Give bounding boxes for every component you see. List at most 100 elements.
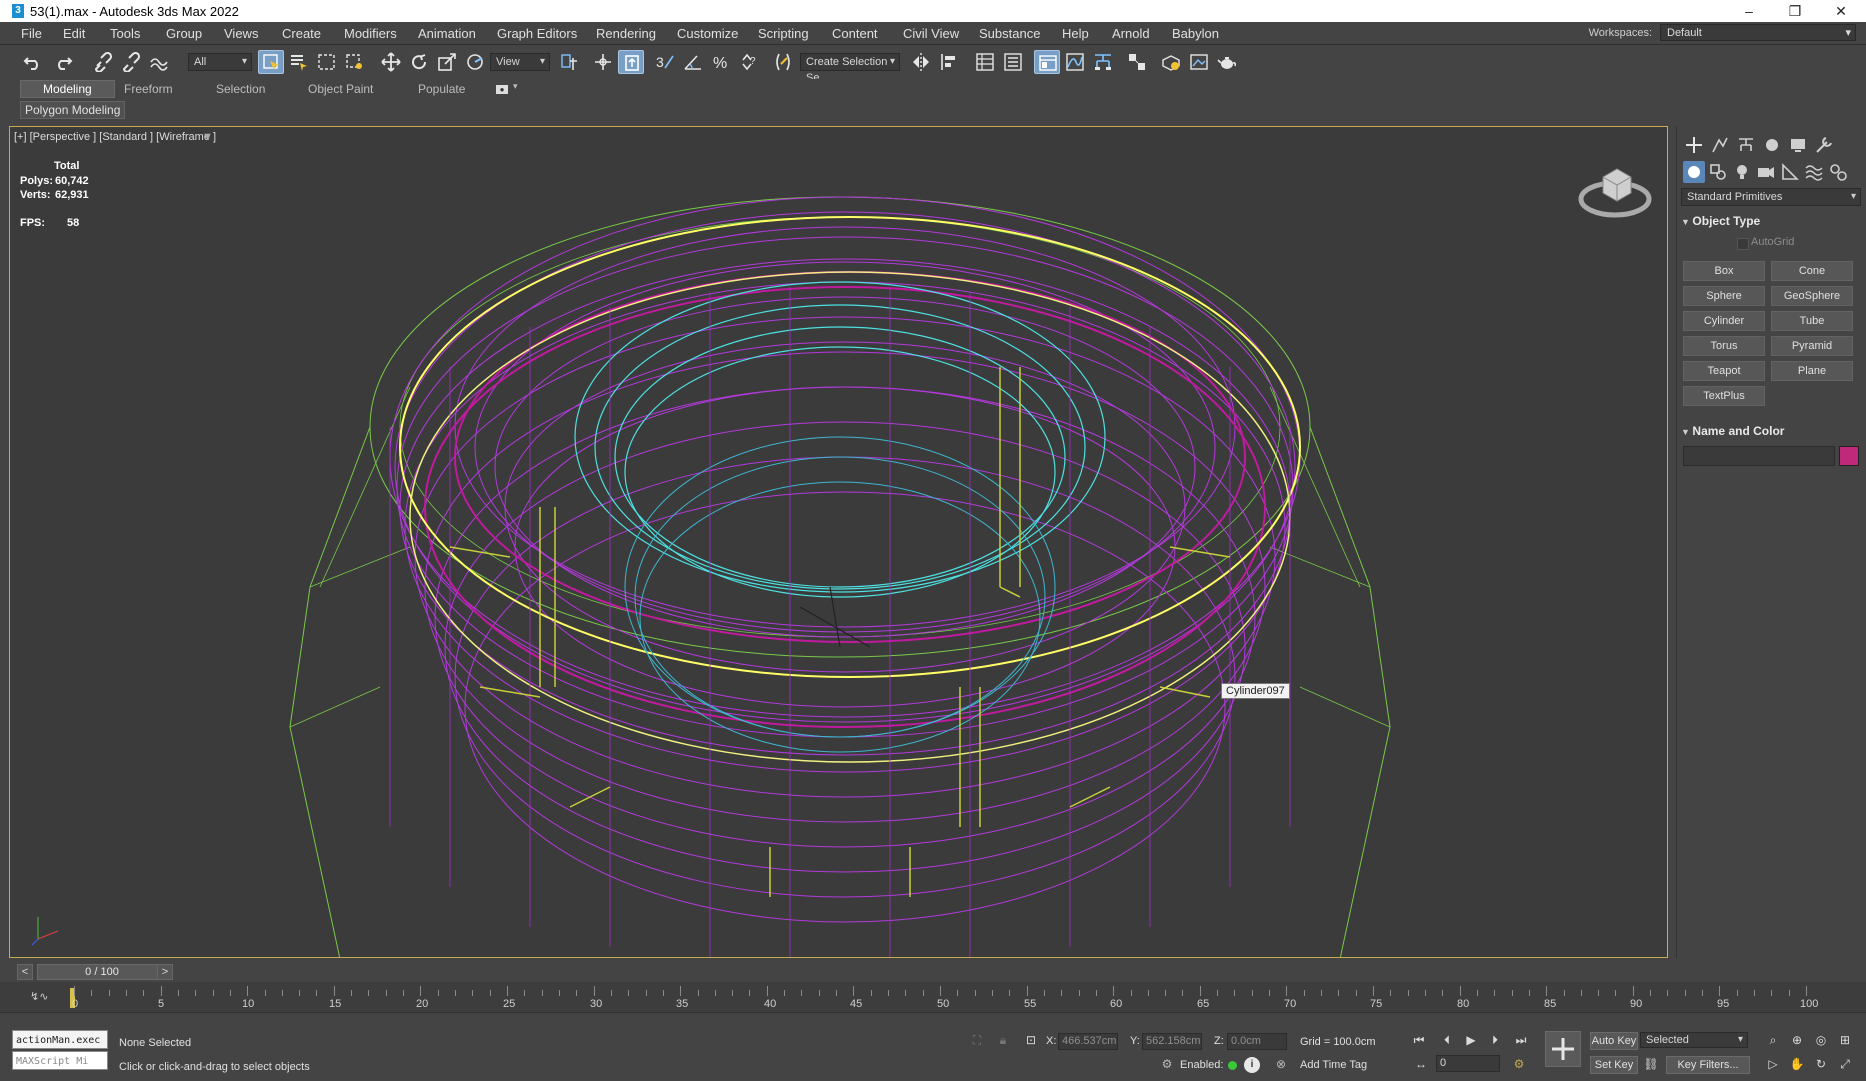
selection-filter-dropdown[interactable]: All	[188, 53, 252, 71]
track-bar[interactable]: ↯∿ 0 5 10 15 20 25 30 35 40 45 50 55 60 …	[0, 982, 1866, 1012]
zoom-extents-icon[interactable]: ◎	[1812, 1031, 1830, 1049]
maximize-button[interactable]: ❐	[1772, 0, 1818, 22]
time-slider-next[interactable]: >	[157, 964, 173, 980]
workspace-select[interactable]: Default ▾	[1660, 24, 1856, 41]
menu-modifiers[interactable]: Modifiers	[344, 26, 397, 41]
menu-help[interactable]: Help	[1062, 26, 1089, 41]
cameras-icon[interactable]	[1755, 161, 1777, 183]
cone-button[interactable]: Cone	[1771, 261, 1853, 281]
menu-group[interactable]: Group	[166, 26, 202, 41]
curve-editor-mini-icon[interactable]: ↯∿	[30, 990, 48, 1003]
previous-frame-icon[interactable]: ⏴	[1438, 1031, 1456, 1049]
box-button[interactable]: Box	[1683, 261, 1765, 281]
x-coordinate-field[interactable]: 466.537cm	[1058, 1033, 1118, 1050]
viewport-label[interactable]: [+] [Perspective ] [Standard ] [Wirefram…	[14, 131, 216, 143]
current-frame-field[interactable]: 0	[1436, 1055, 1500, 1072]
object-color-swatch[interactable]	[1839, 446, 1859, 466]
create-tab-icon[interactable]	[1683, 134, 1705, 156]
tab-object-paint[interactable]: Object Paint	[308, 82, 373, 96]
polygon-modeling-panel[interactable]: Polygon Modeling	[20, 101, 126, 119]
perspective-viewport[interactable]: [+] [Perspective ] [Standard ] [Wirefram…	[9, 126, 1668, 958]
menu-customize[interactable]: Customize	[677, 26, 738, 41]
enabled-indicator-icon[interactable]	[1228, 1061, 1237, 1070]
menu-civil-view[interactable]: Civil View	[903, 26, 959, 41]
absolute-mode-icon[interactable]: ⊡	[1022, 1031, 1040, 1049]
reference-coord-dropdown[interactable]: View	[490, 53, 550, 71]
zoom-icon[interactable]: ⌕	[1764, 1031, 1782, 1049]
unlink-button[interactable]	[118, 50, 144, 74]
add-time-tag[interactable]: Add Time Tag	[1300, 1059, 1367, 1071]
time-slider-prev[interactable]: <	[17, 964, 33, 980]
rotate-button[interactable]	[406, 50, 432, 74]
keyboard-shortcut-override-button[interactable]	[618, 50, 644, 74]
display-tab-icon[interactable]	[1787, 134, 1809, 156]
geosphere-button[interactable]: GeoSphere	[1771, 286, 1853, 306]
minimize-button[interactable]: –	[1726, 0, 1772, 22]
render-setup-button[interactable]	[1158, 50, 1184, 74]
geometry-icon[interactable]	[1683, 161, 1705, 183]
spacewarps-icon[interactable]	[1803, 161, 1825, 183]
time-tag-icon[interactable]: ⊗	[1272, 1055, 1290, 1073]
systems-icon[interactable]	[1827, 161, 1849, 183]
maxscript-mini-listener[interactable]: MAXScript Mi	[12, 1051, 108, 1070]
tube-button[interactable]: Tube	[1771, 311, 1853, 331]
snaps-toggle-button[interactable]: 3	[652, 50, 678, 74]
play-icon[interactable]: ▶	[1462, 1031, 1480, 1049]
schematic-view-button[interactable]	[1090, 50, 1116, 74]
key-mode-toggle-icon[interactable]: ↔	[1412, 1055, 1430, 1073]
time-configuration-icon[interactable]: ⚙	[1510, 1055, 1528, 1073]
layer-explorer-button[interactable]	[1000, 50, 1026, 74]
menu-views[interactable]: Views	[224, 26, 258, 41]
spinner-snap-button[interactable]: ?	[736, 50, 762, 74]
undo-button[interactable]	[20, 50, 46, 74]
adaptive-degradation-icon[interactable]: ⚙	[1158, 1055, 1176, 1073]
modify-tab-icon[interactable]	[1709, 134, 1731, 156]
pan-icon[interactable]: ✋	[1788, 1055, 1806, 1073]
set-key-button[interactable]: Set Key	[1590, 1056, 1638, 1074]
tab-populate[interactable]: Populate	[418, 82, 465, 96]
z-coordinate-field[interactable]: 0.0cm	[1227, 1033, 1287, 1050]
isolate-selection-icon[interactable]: ⛶	[968, 1031, 986, 1049]
tab-selection[interactable]: Selection	[216, 82, 265, 96]
textplus-button[interactable]: TextPlus	[1683, 386, 1765, 406]
next-frame-icon[interactable]: ⏵	[1486, 1031, 1504, 1049]
helpers-icon[interactable]	[1779, 161, 1801, 183]
pyramid-button[interactable]: Pyramid	[1771, 336, 1853, 356]
menu-babylon[interactable]: Babylon	[1172, 26, 1219, 41]
object-name-field[interactable]	[1683, 446, 1835, 466]
menu-tools[interactable]: Tools	[110, 26, 140, 41]
y-coordinate-field[interactable]: 562.158cm	[1142, 1033, 1202, 1050]
window-crossing-button[interactable]	[342, 50, 368, 74]
toggle-ribbon-button[interactable]	[1034, 50, 1060, 74]
shapes-icon[interactable]	[1707, 161, 1729, 183]
wireframe-scene[interactable]	[10, 127, 1668, 958]
filter-icon[interactable]: ▼	[202, 131, 213, 143]
teapot-button[interactable]: Teapot	[1683, 361, 1765, 381]
percent-snap-button[interactable]: %	[708, 50, 734, 74]
placement-button[interactable]	[462, 50, 488, 74]
scene-explorer-button[interactable]	[972, 50, 998, 74]
orbit-icon[interactable]: ↻	[1812, 1055, 1830, 1073]
lights-icon[interactable]	[1731, 161, 1753, 183]
chevron-down-icon[interactable]: ▾	[513, 81, 518, 92]
hierarchy-tab-icon[interactable]	[1735, 134, 1757, 156]
rect-region-button[interactable]	[314, 50, 340, 74]
material-editor-button[interactable]	[1124, 50, 1150, 74]
maxscript-listener-output[interactable]: actionMan.exec	[12, 1030, 108, 1049]
utilities-tab-icon[interactable]	[1813, 134, 1835, 156]
cylinder-button[interactable]: Cylinder	[1683, 311, 1765, 331]
zoom-extents-all-icon[interactable]: ⊞	[1836, 1031, 1854, 1049]
time-slider[interactable]: 0 / 100	[37, 964, 167, 980]
rendered-frame-window-button[interactable]	[1186, 50, 1212, 74]
menu-create[interactable]: Create	[282, 26, 321, 41]
info-icon[interactable]: i	[1244, 1057, 1260, 1073]
menu-graph-editors[interactable]: Graph Editors	[497, 26, 577, 41]
lock-selection-icon[interactable]: 🔒︎	[994, 1031, 1012, 1049]
auto-key-button[interactable]: Auto Key	[1590, 1032, 1638, 1050]
key-filters-button[interactable]: Key Filters...	[1666, 1056, 1750, 1074]
zoom-all-icon[interactable]: ⊕	[1788, 1031, 1806, 1049]
goto-start-icon[interactable]: ⏮	[1410, 1031, 1428, 1049]
named-selection-dropdown[interactable]: Create Selection Se	[800, 53, 900, 84]
menu-scripting[interactable]: Scripting	[758, 26, 809, 41]
viewcube-icon[interactable]	[1575, 157, 1655, 227]
